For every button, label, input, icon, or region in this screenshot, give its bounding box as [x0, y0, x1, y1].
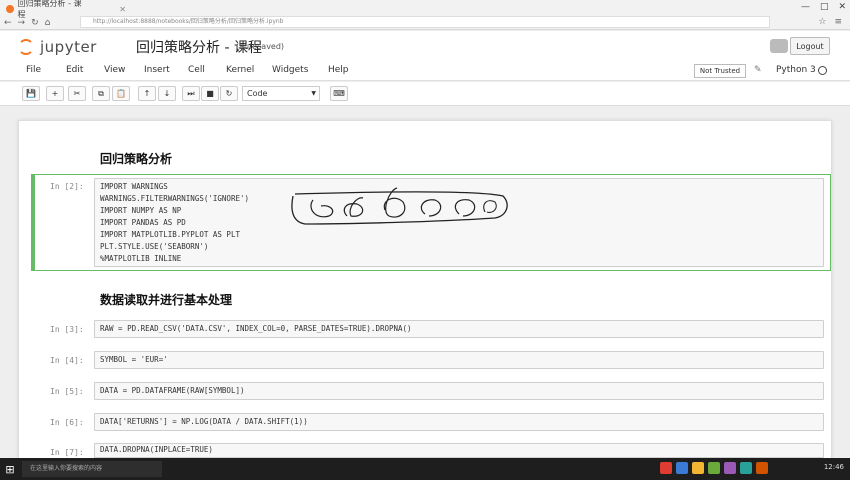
heading-regression-analysis: 回归策略分析 — [100, 152, 173, 166]
taskbar-clock: 12:46 — [823, 463, 844, 471]
browser-extensions: ☆ ≡ — [818, 17, 842, 27]
code-line: IMPORT WARNINGS — [100, 182, 168, 191]
code-line: IMPORT MATPLOTLIB.PYPLOT AS PLT — [100, 230, 240, 239]
forward-icon[interactable]: → — [18, 18, 26, 28]
jupyter-logo-icon — [18, 39, 34, 55]
reload-icon[interactable]: ↻ — [31, 18, 39, 28]
cell-type-value: Code — [247, 89, 268, 98]
jupyter-logo[interactable]: jupyter — [18, 38, 97, 56]
menu-kernel[interactable]: Kernel — [226, 65, 272, 75]
maximize-button[interactable]: □ — [820, 2, 829, 12]
menu-widgets[interactable]: Widgets — [272, 65, 328, 75]
taskbar-app-icon[interactable] — [660, 462, 672, 474]
cell-type-select[interactable]: Code ▼ — [242, 86, 320, 101]
jupyter-header: jupyter 回归策略分析 - 课程 (autosaved) Logout — [0, 31, 850, 61]
nav-buttons: ← → ↻ ⌂ — [4, 17, 50, 29]
menu-file[interactable]: File — [26, 65, 66, 75]
copy-button[interactable]: ⧉ — [92, 86, 110, 101]
user-avatar — [770, 39, 788, 53]
menu-items: File Edit View Insert Cell Kernel Widget… — [26, 65, 358, 75]
logout-button[interactable]: Logout — [790, 37, 830, 55]
code-line: WARNINGS.FILTERWARNINGS('IGNORE') — [100, 194, 250, 203]
code-input[interactable] — [94, 351, 824, 369]
insert-cell-button[interactable]: + — [46, 86, 64, 101]
window-controls: — □ ✕ — [801, 2, 846, 12]
chevron-down-icon: ▼ — [311, 90, 316, 97]
menu-insert[interactable]: Insert — [144, 65, 188, 75]
menu-cell[interactable]: Cell — [188, 65, 226, 75]
kernel-status-icon — [818, 66, 827, 75]
taskbar-apps — [660, 462, 768, 474]
code-line: DATA['RETURNS'] = NP.LOG(DATA / DATA.SHI… — [100, 417, 308, 426]
taskbar-app-icon[interactable] — [692, 462, 704, 474]
address-bar[interactable]: http://localhost:8888/notebooks/回归策略分析/回… — [80, 16, 770, 28]
pen-annotation-scribble — [291, 187, 508, 225]
save-button[interactable]: 💾 — [22, 86, 40, 101]
cut-button[interactable]: ✂ — [68, 86, 86, 101]
minimize-button[interactable]: — — [801, 2, 810, 12]
cell-prompt: In [7]: — [50, 448, 84, 457]
home-icon[interactable]: ⌂ — [45, 18, 51, 28]
notebook-container — [18, 120, 832, 460]
code-line: RAW = PD.READ_CSV('DATA.CSV', INDEX_COL=… — [100, 324, 412, 333]
taskbar-app-icon[interactable] — [724, 462, 736, 474]
menu-icon[interactable]: ≡ — [834, 17, 842, 27]
logo-text: jupyter — [40, 38, 97, 56]
heading-data-loading: 数据读取并进行基本处理 — [100, 293, 233, 307]
paste-button[interactable]: 📋 — [112, 86, 130, 101]
back-icon[interactable]: ← — [4, 18, 12, 28]
taskbar-search[interactable]: 在这里输入你要搜索的内容 — [22, 461, 162, 477]
code-line: DATA.DROPNA(INPLACE=TRUE) — [100, 445, 213, 454]
menu-edit[interactable]: Edit — [66, 65, 104, 75]
not-trusted-button[interactable]: Not Trusted — [694, 64, 746, 78]
menu-view[interactable]: View — [104, 65, 144, 75]
taskbar-app-icon[interactable] — [708, 462, 720, 474]
close-window-button[interactable]: ✕ — [838, 2, 846, 12]
cell-prompt: In [6]: — [50, 418, 84, 427]
browser-chrome: 回归策略分析 - 课程 ✕ — □ ✕ ← → ↻ ⌂ http://local… — [0, 0, 850, 30]
browser-tab[interactable]: 回归策略分析 - 课程 ✕ — [6, 0, 126, 19]
cell-prompt: In [4]: — [50, 356, 84, 365]
move-up-button[interactable]: ↑ — [138, 86, 156, 101]
run-button[interactable]: ⏭ — [182, 86, 200, 101]
taskbar-app-icon[interactable] — [676, 462, 688, 474]
menubar: File Edit View Insert Cell Kernel Widget… — [0, 61, 850, 81]
code-line: %MATPLOTLIB INLINE — [100, 254, 182, 263]
interrupt-button[interactable]: ■ — [201, 86, 219, 101]
autosave-status: (autosaved) — [236, 42, 285, 51]
code-line: SYMBOL = 'EUR=' — [100, 355, 168, 364]
close-tab-icon[interactable]: ✕ — [119, 5, 126, 14]
cell-prompt: In [5]: — [50, 387, 84, 396]
star-icon[interactable]: ☆ — [818, 17, 826, 27]
taskbar-app-icon[interactable] — [756, 462, 768, 474]
windows-taskbar: ⊞ 在这里输入你要搜索的内容 12:46 — [0, 458, 850, 480]
kernel-name: Python 3 — [776, 65, 816, 75]
code-line: PLT.STYLE.USE('SEABORN') — [100, 242, 209, 251]
jupyter-favicon-icon — [6, 5, 14, 13]
windows-start-icon[interactable]: ⊞ — [2, 461, 18, 477]
restart-button[interactable]: ↻ — [220, 86, 238, 101]
toolbar: 💾 + ✂ ⧉ 📋 ↑ ↓ ⏭ ■ ↻ Code ▼ ⌨ — [0, 82, 850, 106]
code-line: DATA = PD.DATAFRAME(RAW[SYMBOL]) — [100, 386, 245, 395]
pencil-icon[interactable]: ✎ — [754, 65, 762, 75]
taskbar-app-icon[interactable] — [740, 462, 752, 474]
cell-prompt: In [3]: — [50, 325, 84, 334]
move-down-button[interactable]: ↓ — [158, 86, 176, 101]
keyboard-shortcuts-button[interactable]: ⌨ — [330, 86, 348, 101]
menu-help[interactable]: Help — [328, 65, 358, 75]
code-line: IMPORT NUMPY AS NP — [100, 206, 182, 215]
cell-prompt: In [2]: — [50, 182, 84, 191]
code-line: IMPORT PANDAS AS PD — [100, 218, 186, 227]
